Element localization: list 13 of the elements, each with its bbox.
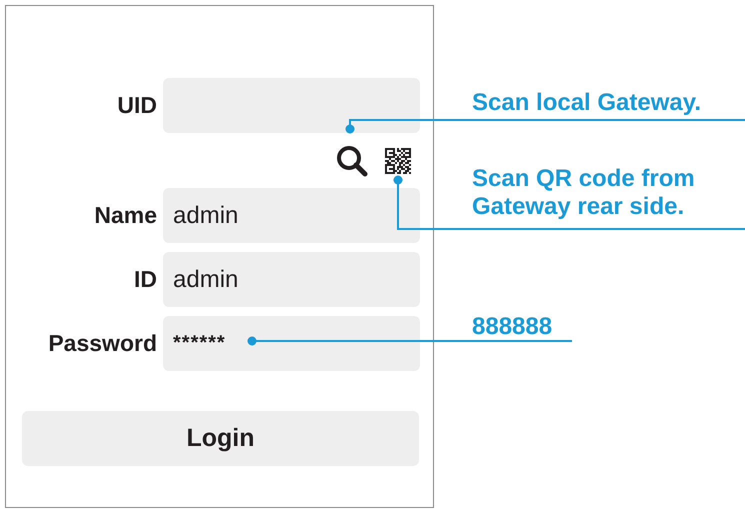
input-field[interactable]: admin [163, 252, 420, 307]
callout-text: 888888 [472, 313, 552, 341]
password-field[interactable]: ****** [163, 316, 420, 371]
input-field[interactable] [163, 78, 420, 133]
login-button[interactable]: Login [22, 411, 419, 466]
field-label: UID [116, 91, 158, 120]
field-label: Name [93, 201, 158, 230]
callout-text: Scan local Gateway. [472, 89, 701, 117]
input-field[interactable]: admin [163, 188, 420, 243]
callout-text: Scan QR code from Gateway rear side. [472, 165, 695, 221]
field-label: ID [133, 265, 158, 294]
search-icon[interactable] [336, 144, 368, 176]
field-label: Password [47, 329, 158, 358]
